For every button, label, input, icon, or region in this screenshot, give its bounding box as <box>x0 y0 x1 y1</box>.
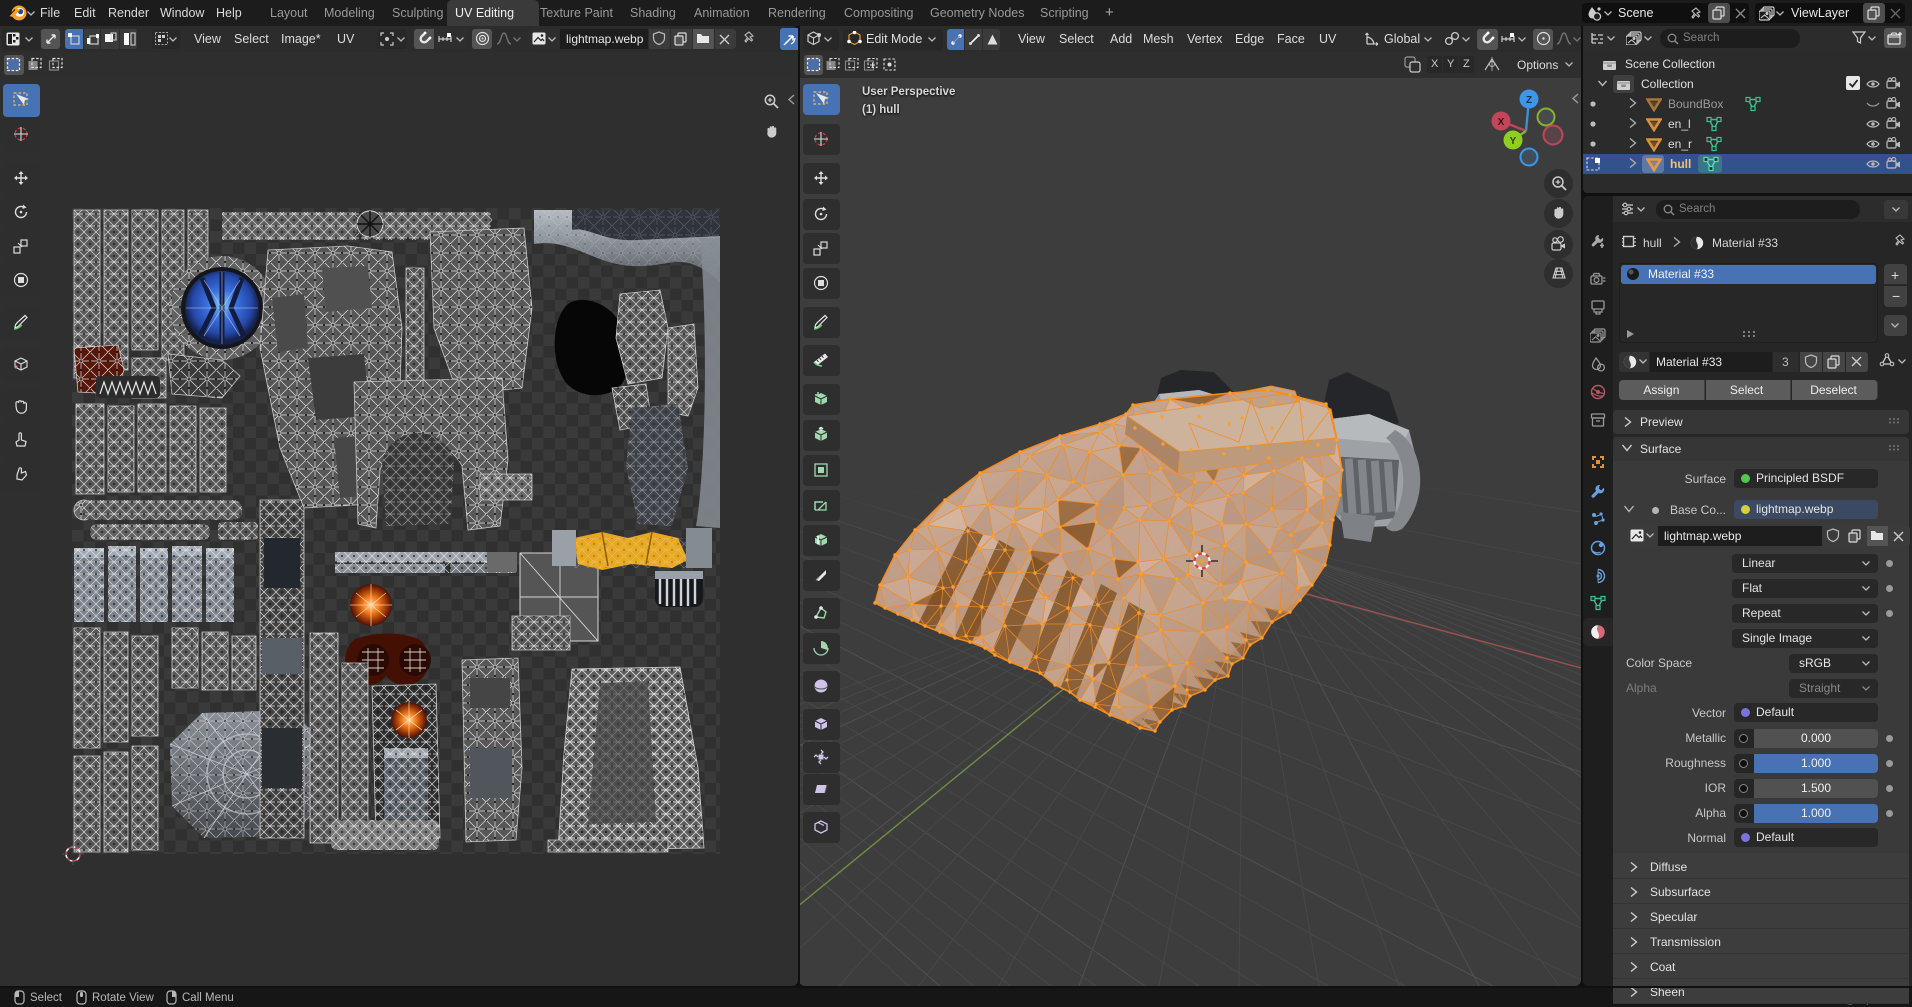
svg-text:X: X <box>1498 117 1505 128</box>
svg-text:Y: Y <box>1510 136 1517 147</box>
svg-text:Z: Z <box>1526 95 1532 106</box>
